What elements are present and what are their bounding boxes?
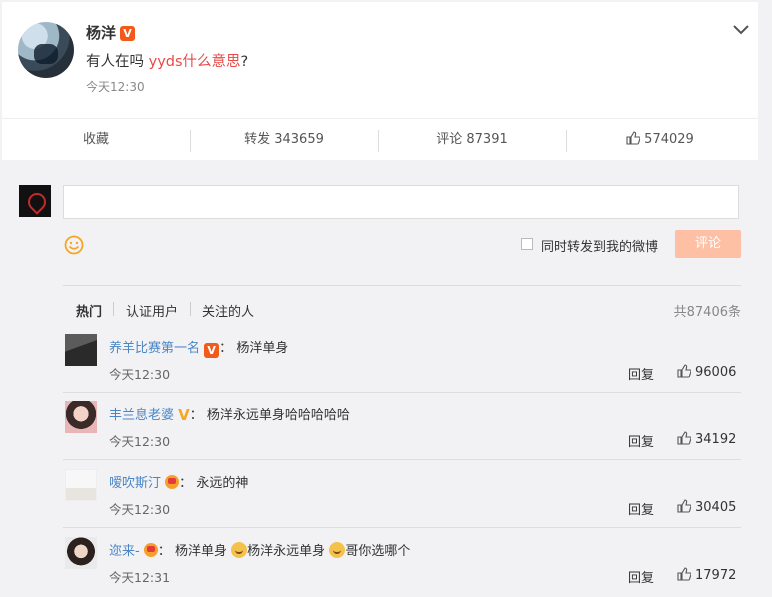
comment-username[interactable]: 嗳吹斯汀 [109, 476, 161, 491]
avatar[interactable] [65, 469, 97, 501]
comment-time: 今天12:30 [109, 367, 171, 382]
comment-username[interactable]: 养羊比赛第一名 [109, 341, 200, 356]
like-count: 17972 [695, 568, 737, 583]
thumbs-up-icon [677, 567, 691, 581]
reply-button[interactable]: 回复 [628, 431, 654, 450]
repost-button[interactable]: 转发 343659 [190, 119, 378, 161]
comment-time: 今天12:31 [109, 570, 171, 585]
post-username[interactable]: 杨洋 V [86, 22, 136, 43]
comment-text: 杨洋永远单身哈哈哈哈哈 [206, 408, 350, 423]
like-count: 34192 [695, 432, 737, 447]
post-text: 有人在吗 yyds什么意思? [86, 50, 248, 71]
thumbs-up-icon [677, 431, 691, 445]
favorite-button[interactable]: 收藏 [2, 119, 190, 161]
user-avatar [19, 185, 51, 217]
divider [63, 285, 741, 286]
divider [113, 302, 114, 316]
verified-badge-icon: V [204, 343, 220, 358]
comment-row: 迩来- ： 杨洋单身 杨洋永远单身 哥你选哪个 今天12:31 回复 17972 [63, 529, 741, 597]
avatar[interactable] [65, 537, 97, 569]
comment-label: 评论 87391 [436, 132, 508, 147]
reply-button[interactable]: 回复 [628, 567, 654, 586]
comment-separator: ： [157, 544, 171, 559]
comment-like-button[interactable]: 96006 [677, 364, 736, 380]
comment-separator: ： [179, 476, 193, 491]
avatar[interactable] [65, 401, 97, 433]
reply-button[interactable]: 回复 [628, 364, 654, 383]
doge-emoji-icon [329, 542, 346, 558]
comment-content: 丰兰息老婆 V： 杨洋永远单身哈哈哈哈哈 [109, 404, 350, 424]
post-text-prefix: 有人在吗 [86, 54, 149, 70]
tab-hot[interactable]: 热门 [76, 301, 102, 320]
submit-comment-button[interactable]: 评论 [675, 230, 741, 258]
comment-row: 嗳吹斯汀 ： 永远的神 今天12:30 回复 30405 [63, 461, 741, 528]
comment-content: 迩来- ： 杨洋单身 杨洋永远单身 哥你选哪个 [109, 540, 410, 559]
verified-badge-icon: V [178, 406, 190, 424]
verified-badge-icon: V [120, 26, 136, 41]
comment-text: 永远的神 [196, 476, 249, 491]
post-hashtag-link[interactable]: yyds什么意思 [149, 54, 241, 70]
thumbs-up-icon [626, 131, 641, 145]
comment-total: 共87406条 [673, 305, 741, 320]
like-button[interactable]: 574029 [566, 119, 754, 161]
comment-username[interactable]: 丰兰息老婆 [109, 408, 174, 423]
comment-row: 养羊比赛第一名 V： 杨洋单身 今天12:30 回复 96006 [63, 326, 741, 393]
comment-like-button[interactable]: 17972 [677, 567, 736, 583]
comment-username[interactable]: 迩来- [109, 544, 140, 559]
like-count: 96006 [695, 365, 737, 380]
avatar[interactable] [18, 22, 74, 78]
reply-button[interactable]: 回复 [628, 499, 654, 518]
repost-label: 转发 343659 [244, 132, 324, 147]
tab-verified[interactable]: 认证用户 [126, 301, 178, 320]
thumbs-up-icon [677, 499, 691, 513]
avatar[interactable] [65, 334, 97, 366]
post-text-suffix: ? [240, 54, 249, 70]
comment-content: 嗳吹斯汀 ： 永远的神 [109, 472, 248, 491]
comment-like-button[interactable]: 30405 [677, 499, 736, 515]
crown-badge-icon [143, 543, 158, 557]
comment-text: 哥你选哪个 [345, 544, 411, 559]
thumbs-up-icon [677, 364, 691, 378]
like-count: 30405 [695, 500, 737, 515]
comment-separator: ： [219, 341, 233, 356]
post-time[interactable]: 今天12:30 [86, 78, 145, 95]
comment-time: 今天12:30 [109, 502, 171, 517]
favorite-label: 收藏 [82, 132, 109, 147]
like-count: 574029 [644, 132, 694, 147]
repost-checkbox[interactable] [521, 238, 533, 250]
divider [190, 302, 191, 316]
repost-checkbox-label[interactable]: 同时转发到我的微博 [541, 236, 658, 255]
comment-text: 杨洋永远单身 [247, 544, 326, 559]
username-text[interactable]: 杨洋 [86, 24, 116, 42]
comment-time: 今天12:30 [109, 434, 171, 449]
comment-like-button[interactable]: 34192 [677, 431, 736, 447]
comment-button[interactable]: 评论 87391 [378, 119, 566, 161]
comment-input[interactable] [63, 185, 739, 219]
comment-text: 杨洋单身 [236, 341, 289, 356]
doge-emoji-icon [231, 542, 248, 558]
comment-content: 养羊比赛第一名 V： 杨洋单身 [109, 337, 288, 358]
tab-following[interactable]: 关注的人 [202, 301, 254, 320]
emoji-icon[interactable] [64, 235, 84, 255]
comment-separator: ： [189, 408, 203, 423]
comment-row: 丰兰息老婆 V： 杨洋永远单身哈哈哈哈哈 今天12:30 回复 34192 [63, 393, 741, 460]
comment-text: 杨洋单身 [175, 544, 228, 559]
action-bar: 收藏 转发 343659 评论 87391 574029 [2, 118, 758, 161]
crown-badge-icon [165, 475, 180, 489]
chevron-down-icon[interactable] [732, 24, 750, 36]
